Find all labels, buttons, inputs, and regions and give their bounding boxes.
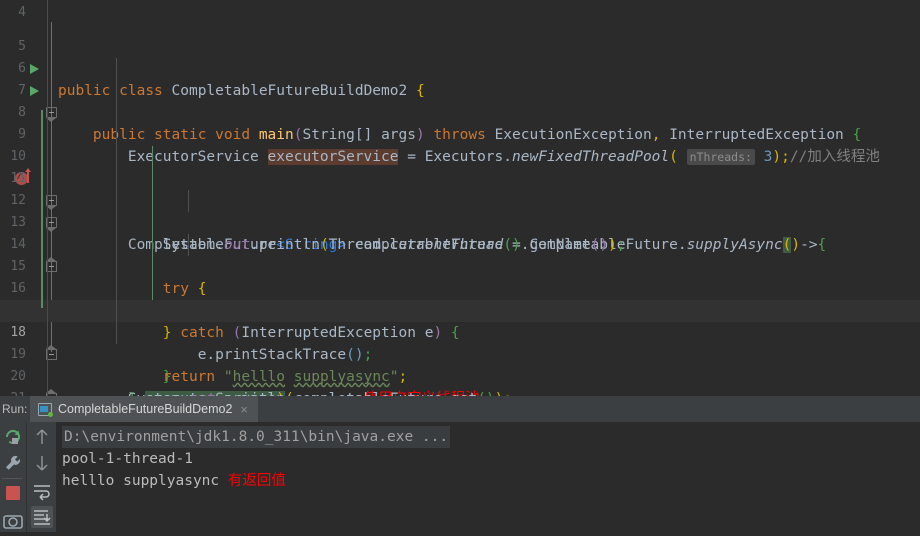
console-command-line: D:\environment\jdk1.8.0_311\bin\java.exe…: [56, 426, 920, 448]
run-toolbar-left: [0, 422, 26, 532]
editor-line[interactable]: 11 System.out.println(Thread.currentThre…: [0, 146, 920, 253]
stop-square-icon: [6, 486, 20, 500]
toolbar-divider: [2, 478, 22, 479]
editor-line[interactable]: 5 public class CompletableFutureBuildDem…: [0, 14, 920, 99]
soft-wrap-icon: [34, 485, 50, 501]
run-tool-window: Run: CompletableFutureBuildDemo2 × D:\en…: [0, 396, 920, 532]
indent-guide: [116, 322, 117, 344]
indent-guide-active: [152, 256, 153, 278]
indent-guide: [116, 168, 117, 190]
soft-wrap-button[interactable]: [31, 480, 53, 502]
indent-guide: [116, 256, 117, 278]
editor-line[interactable]: 16 }: [0, 256, 920, 385]
editor-line[interactable]: 15 e.printStackTrace();: [0, 234, 920, 363]
editor-line[interactable]: 12 try {: [0, 168, 920, 297]
indent-guide-active: [152, 168, 153, 190]
console-annotation: 有返回值: [227, 473, 286, 489]
editor-line[interactable]: 17 return "helllo supplyasync";: [0, 278, 920, 385]
indent-guide-active: [152, 190, 153, 212]
camera-icon: [3, 515, 23, 529]
indent-guide: [116, 278, 117, 300]
console-area: D:\environment\jdk1.8.0_311\bin\java.exe…: [0, 422, 920, 532]
indent-guide: [116, 212, 117, 234]
up-button[interactable]: [31, 426, 53, 448]
settings-button[interactable]: [2, 452, 24, 474]
run-configuration-icon: [38, 402, 53, 417]
console-output[interactable]: D:\environment\jdk1.8.0_311\bin\java.exe…: [56, 422, 920, 532]
indent-guide: [116, 124, 117, 146]
arrow-up-icon: [36, 429, 48, 444]
run-tab-title: CompletableFutureBuildDemo2: [58, 402, 233, 416]
rerun-button[interactable]: [2, 426, 24, 448]
close-icon[interactable]: ×: [240, 402, 248, 417]
thread-dump-button[interactable]: [2, 510, 24, 532]
editor-line[interactable]: 14 } catch (InterruptedException e) {: [0, 212, 920, 341]
indent-guide: [116, 234, 117, 256]
indent-guide-active: [152, 146, 153, 168]
run-tab-bar: Run: CompletableFutureBuildDemo2 ×: [0, 396, 920, 422]
indent-guide: [188, 190, 189, 212]
editor-line[interactable]: 22: [0, 388, 920, 396]
editor-line[interactable]: 13 TimeUnit.SECONDS.sleep( timeout: 1);: [0, 190, 920, 319]
scroll-to-end-icon: [34, 510, 51, 525]
indent-guide: [116, 190, 117, 212]
console-line: pool-1-thread-1: [56, 448, 920, 470]
indent-guide-active: [152, 234, 153, 256]
editor-line-current[interactable]: 18 },executorService); 使用自定义线程池: [0, 300, 920, 396]
editor-line[interactable]: 19 System.out.println(completableFuture.…: [0, 322, 920, 396]
editor-line[interactable]: 20 }: [0, 344, 920, 396]
scroll-to-end-button[interactable]: [31, 506, 53, 528]
wrench-icon: [6, 455, 20, 470]
editor-line[interactable]: 10 CompletableFuture<String> completable…: [0, 124, 920, 253]
indent-guide: [116, 300, 117, 322]
editor-line[interactable]: 21 }: [0, 366, 920, 396]
run-tab-completablefuturebuilddemo2[interactable]: CompletableFutureBuildDemo2 ×: [30, 396, 258, 422]
editor-line[interactable]: 6 public static void main(String[] args)…: [0, 36, 920, 143]
console-command-text: D:\environment\jdk1.8.0_311\bin\java.exe…: [62, 426, 451, 448]
editor-line[interactable]: 7: [0, 58, 920, 98]
indent-guide: [116, 102, 117, 124]
editor-line[interactable]: 4: [0, 0, 920, 20]
console-line-text: pool-1-thread-1: [62, 451, 193, 467]
indent-guide: [116, 80, 117, 102]
editor-line[interactable]: 9: [0, 102, 920, 142]
console-line-text: helllo supplyasync: [62, 473, 220, 489]
code-editor[interactable]: 4 5 public class CompletableFutureBuildD…: [0, 0, 920, 396]
indent-guide-active: [152, 278, 153, 300]
arrow-down-icon: [36, 456, 48, 471]
console-line: helllo supplyasync 有返回值: [56, 470, 920, 492]
indent-guide: [188, 234, 189, 256]
indent-guide: [116, 146, 117, 168]
rerun-icon: [5, 429, 20, 444]
stop-button[interactable]: [2, 482, 24, 504]
down-button[interactable]: [31, 452, 53, 474]
indent-guide-active: [152, 212, 153, 234]
vcs-change-bar: [41, 110, 43, 308]
editor-line[interactable]: 8 ExecutorService executorService = Exec…: [0, 80, 920, 165]
ide-window: 4 5 public class CompletableFutureBuildD…: [0, 0, 920, 532]
indent-guide: [116, 58, 117, 80]
run-toolbar-secondary: [26, 422, 57, 532]
